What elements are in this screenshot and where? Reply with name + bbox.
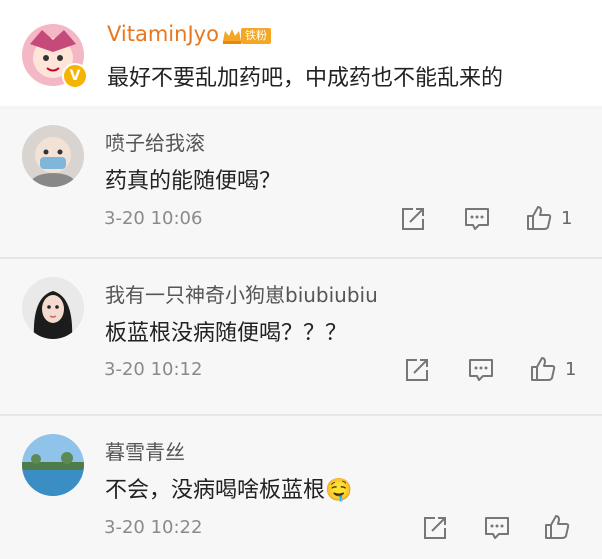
like-icon bbox=[545, 515, 570, 539]
share-icon bbox=[424, 517, 446, 539]
comment-username[interactable]: VitaminJyo bbox=[107, 22, 219, 46]
comment-item: 暮雪青丝 不会，没病喝啥板蓝根🤤 3-20 10:22 bbox=[0, 416, 602, 559]
avatar[interactable] bbox=[22, 125, 84, 187]
comment-text: 药真的能随便喝？ bbox=[105, 169, 282, 194]
comment-icon bbox=[485, 517, 509, 539]
like-button[interactable] bbox=[543, 513, 571, 541]
badge-label: 铁粉 bbox=[241, 28, 271, 44]
comment-timestamp: 3-20 10:06 bbox=[104, 208, 203, 229]
share-button[interactable] bbox=[400, 206, 426, 232]
comment-item: 喷子给我滚 药真的能随便喝？ 3-20 10:06 1 bbox=[0, 110, 602, 257]
crown-icon bbox=[223, 29, 241, 44]
comment-text-body: 不会，没病喝啥板蓝根 bbox=[105, 478, 326, 503]
avatar[interactable] bbox=[22, 277, 84, 339]
comment-username[interactable]: 喷子给我滚 bbox=[105, 127, 205, 156]
like-count: 1 bbox=[565, 358, 577, 380]
like-count: 1 bbox=[561, 207, 573, 229]
comment-button[interactable] bbox=[463, 206, 491, 232]
drooling-emoji-icon: 🤤 bbox=[325, 478, 353, 503]
like-button[interactable]: 1 bbox=[525, 204, 572, 232]
like-button[interactable]: 1 bbox=[529, 355, 576, 383]
comment-username[interactable]: 暮雪青丝 bbox=[105, 436, 185, 465]
share-icon bbox=[402, 208, 424, 230]
share-button[interactable] bbox=[404, 357, 430, 383]
comment-item: 我有一只神奇小狗崽biubiubiu 板蓝根没病随便喝？？？ 3-20 10:1… bbox=[0, 259, 602, 414]
parent-comment: V VitaminJyo 铁粉 最好不要乱加药吧，中成药也不能乱来的 bbox=[0, 0, 602, 106]
comment-button[interactable] bbox=[483, 515, 511, 541]
comment-text: 最好不要乱加药吧，中成药也不能乱来的 bbox=[107, 66, 504, 91]
comment-timestamp: 3-20 10:22 bbox=[104, 517, 203, 538]
like-icon bbox=[531, 357, 556, 381]
avatar[interactable] bbox=[22, 434, 84, 496]
like-icon bbox=[527, 206, 552, 230]
comment-timestamp: 3-20 10:12 bbox=[104, 359, 203, 380]
share-button[interactable] bbox=[422, 515, 448, 541]
comment-icon bbox=[465, 208, 489, 230]
comment-username[interactable]: 我有一只神奇小狗崽biubiubiu bbox=[105, 279, 378, 308]
share-icon bbox=[406, 359, 428, 381]
comment-button[interactable] bbox=[467, 357, 495, 383]
fan-badge: 铁粉 bbox=[221, 25, 271, 47]
comment-text: 不会，没病喝啥板蓝根🤤 bbox=[105, 472, 352, 504]
verified-v-icon: V bbox=[62, 63, 88, 89]
comment-text: 板蓝根没病随便喝？？？ bbox=[105, 321, 348, 346]
comment-icon bbox=[469, 359, 493, 381]
